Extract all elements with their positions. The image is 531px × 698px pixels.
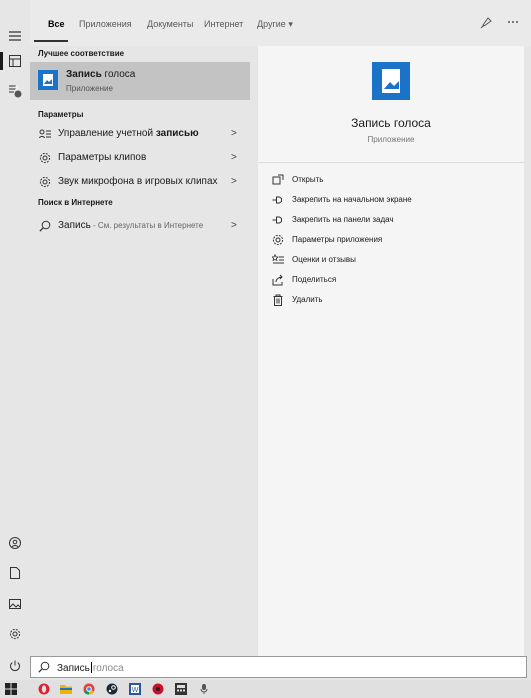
action-label: Открыть — [292, 175, 324, 184]
settings-gear-icon[interactable] — [6, 625, 24, 643]
timeline-icon[interactable]: 3 — [6, 82, 24, 100]
pin-icon — [272, 194, 284, 206]
best-match-subtitle: Приложение — [66, 84, 113, 93]
hamburger-menu-icon[interactable] — [6, 27, 24, 45]
search-results-pane: Лучшее соответствие Запись голоса Прилож… — [30, 46, 250, 654]
divider — [258, 162, 524, 163]
search-input[interactable]: Запись голоса — [30, 656, 527, 678]
search-icon — [38, 661, 50, 673]
account-icon[interactable] — [6, 534, 24, 552]
trash-icon — [272, 294, 284, 306]
settings-item-label: Управление учетной записью — [58, 128, 199, 139]
chevron-right-icon: > — [231, 128, 237, 139]
star-list-icon — [272, 254, 284, 266]
share-icon — [272, 274, 284, 286]
word-icon[interactable]: W — [129, 683, 141, 695]
opera-icon[interactable] — [38, 683, 50, 695]
action-label: Удалить — [292, 295, 323, 304]
search-scope-tabs: Все Приложения Документы Интернет Другие… — [30, 0, 531, 46]
feedback-icon[interactable] — [479, 16, 493, 30]
action-label: Поделиться — [292, 275, 337, 284]
start-left-rail: 3 — [0, 0, 30, 680]
steam-icon[interactable] — [106, 683, 118, 695]
web-search-header: Поиск в Интернете — [38, 198, 113, 207]
action-app-settings[interactable]: Параметры приложения — [272, 232, 512, 250]
settings-item-label: Звук микрофона в игровых клипах — [58, 176, 218, 187]
power-icon[interactable] — [6, 657, 24, 675]
app-name: Запись голоса — [351, 116, 431, 130]
settings-item-account[interactable]: Управление учетной записью > — [30, 124, 250, 144]
windows-start-icon[interactable] — [5, 683, 17, 695]
timeline-badge: 3 — [15, 86, 19, 92]
search-icon — [38, 219, 52, 233]
gear-icon — [38, 151, 52, 165]
documents-icon[interactable] — [6, 564, 24, 582]
best-match-item[interactable]: Запись голоса Приложение — [30, 62, 250, 100]
gear-icon — [272, 234, 284, 246]
web-search-label: Запись - См. результаты в Интернете — [58, 220, 204, 231]
action-open[interactable]: Открыть — [272, 172, 512, 190]
tab-web[interactable]: Интернет — [204, 19, 243, 29]
action-uninstall[interactable]: Удалить — [272, 292, 512, 310]
voice-recorder-large-icon — [372, 62, 410, 100]
voice-recorder-app-icon — [38, 70, 58, 90]
best-match-header: Лучшее соответствие — [38, 49, 125, 58]
svg-text:W: W — [132, 687, 139, 694]
action-label: Параметры приложения — [292, 235, 383, 244]
tab-apps[interactable]: Приложения — [79, 19, 132, 29]
settings-item-mic-sound[interactable]: Звук микрофона в игровых клипах > — [30, 172, 250, 192]
chrome-icon[interactable] — [83, 683, 95, 695]
action-pin-start[interactable]: Закрепить на начальном экране — [272, 192, 512, 210]
more-options-icon[interactable] — [507, 20, 519, 24]
chevron-right-icon: > — [231, 152, 237, 163]
action-share[interactable]: Поделиться — [272, 272, 512, 290]
tab-all[interactable]: Все — [48, 19, 65, 29]
calculator-icon[interactable] — [175, 683, 187, 695]
action-label: Закрепить на начальном экране — [292, 195, 412, 204]
microphone-icon[interactable] — [198, 683, 210, 695]
account-list-icon — [38, 127, 52, 141]
app-preview-pane: Запись голоса Приложение Открыть Закрепи… — [258, 46, 524, 656]
best-match-title: Запись голоса — [66, 69, 136, 80]
gear-icon — [38, 175, 52, 189]
file-explorer-icon[interactable] — [60, 683, 72, 695]
chevron-right-icon: > — [231, 220, 237, 231]
open-icon — [272, 174, 284, 186]
action-label: Закрепить на панели задач — [292, 215, 394, 224]
settings-item-clips[interactable]: Параметры клипов > — [30, 148, 250, 168]
action-rate-review[interactable]: Оценки и отзывы — [272, 252, 512, 270]
taskbar: W — [0, 680, 531, 698]
search-query: Запись голоса — [57, 662, 124, 674]
tab-more[interactable]: Другие ▾ — [257, 19, 293, 30]
pin-icon — [272, 214, 284, 226]
tab-documents[interactable]: Документы — [147, 19, 193, 29]
settings-item-label: Параметры клипов — [58, 152, 147, 163]
action-pin-taskbar[interactable]: Закрепить на панели задач — [272, 212, 512, 230]
active-tab-underline — [34, 40, 68, 42]
settings-header: Параметры — [38, 110, 84, 119]
home-grid-icon[interactable] — [0, 52, 24, 70]
app-type: Приложение — [367, 135, 415, 144]
action-label: Оценки и отзывы — [292, 255, 356, 264]
pictures-icon[interactable] — [6, 595, 24, 613]
web-search-item[interactable]: Запись - См. результаты в Интернете > — [30, 216, 250, 236]
chevron-right-icon: > — [231, 176, 237, 187]
red-circle-app-icon[interactable] — [152, 683, 164, 695]
